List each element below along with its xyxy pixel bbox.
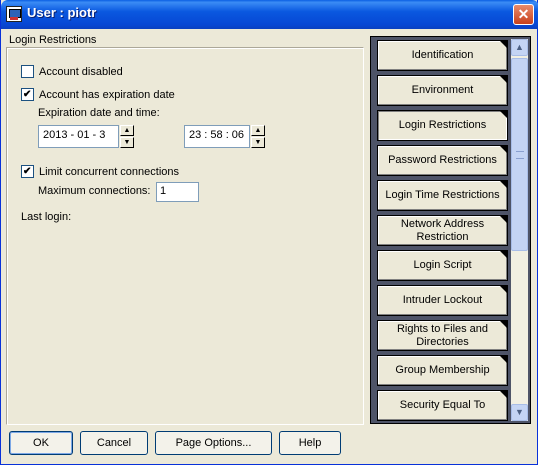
time-up-icon[interactable]: ▲ [251,125,265,136]
nav-tab-security-equal-to[interactable]: Security Equal To [377,390,508,421]
account-disabled-row[interactable]: Account disabled [21,65,123,78]
nav-tab-label: Security Equal To [399,399,486,411]
nav-tab-label: Rights to Files and Directories [396,322,489,348]
date-up-icon[interactable]: ▲ [120,125,134,136]
user-properties-window: User : piotr ✕ Login Restrictions Accoun… [0,0,538,465]
account-expiration-label: Account has expiration date [39,88,175,101]
limit-connections-label: Limit concurrent connections [39,165,180,178]
time-down-icon[interactable]: ▼ [251,137,265,148]
expiration-datetime-label: Expiration date and time: [38,107,160,119]
nav-tab-label: Login Script [413,259,472,271]
expiration-time-value: 23 : 58 : 06 [189,129,245,141]
expiration-time-field[interactable]: 23 : 58 : 06 [184,125,250,148]
nav-tab-label: Network Address Restriction [400,217,485,243]
tab-fold-icon [499,40,508,49]
max-connections-label: Maximum connections: [38,185,151,197]
nav-tab-login-time-restrictions[interactable]: Login Time Restrictions [377,180,508,211]
tab-fold-icon [499,215,508,224]
nav-tab-label: Login Time Restrictions [385,189,500,201]
expiration-date-value: 2013 - 01 - 3 [43,129,106,141]
tab-fold-icon [499,75,508,84]
account-disabled-label: Account disabled [39,65,123,78]
scroll-down-icon[interactable]: ▼ [511,404,528,421]
nav-tab-label: Login Restrictions [398,119,487,131]
expiration-date-field[interactable]: 2013 - 01 - 3 [38,125,119,148]
tab-fold-icon [499,110,508,119]
cancel-button[interactable]: Cancel [80,431,148,455]
nav-tab-label: Password Restrictions [388,154,497,166]
close-button[interactable]: ✕ [513,4,534,25]
login-restrictions-group [6,47,364,425]
nav-tab-intruder-lockout[interactable]: Intruder Lockout [377,285,508,316]
max-connections-input[interactable]: 1 [156,182,199,202]
app-icon [6,6,22,22]
account-expiration-row[interactable]: Account has expiration date [21,88,175,101]
tab-fold-icon [499,355,508,364]
limit-connections-checkbox[interactable] [21,165,34,178]
scroll-grip-icon [516,151,524,159]
nav-tab-environment[interactable]: Environment [377,75,508,106]
nav-tab-identification[interactable]: Identification [377,40,508,71]
page-options-button[interactable]: Page Options... [155,431,272,455]
account-expiration-checkbox[interactable] [21,88,34,101]
nav-tab-label: Environment [411,84,474,96]
nav-tab-group-membership[interactable]: Group Membership [377,355,508,386]
tab-fold-icon [499,180,508,189]
nav-scrollbar[interactable]: ▲ ▼ [511,39,528,421]
ok-button[interactable]: OK [9,431,73,455]
nav-tab-rights-to-files[interactable]: Rights to Files and Directories [377,320,508,351]
help-button[interactable]: Help [279,431,341,455]
nav-tab-network-address-restriction[interactable]: Network Address Restriction [377,215,508,246]
time-spinner[interactable]: ▲ ▼ [251,125,265,148]
nav-tab-label: Intruder Lockout [402,294,483,306]
account-disabled-checkbox[interactable] [21,65,34,78]
tab-fold-icon [499,250,508,259]
scroll-thumb[interactable] [511,58,528,251]
nav-tab-password-restrictions[interactable]: Password Restrictions [377,145,508,176]
date-spinner[interactable]: ▲ ▼ [120,125,134,148]
tab-fold-icon [499,145,508,154]
window-title: User : piotr [27,5,97,20]
scroll-up-icon[interactable]: ▲ [511,39,528,56]
section-title: Login Restrictions [9,34,97,46]
last-login-label: Last login: [21,211,72,223]
tab-fold-icon [499,285,508,294]
limit-connections-row[interactable]: Limit concurrent connections [21,165,179,178]
date-down-icon[interactable]: ▼ [120,137,134,148]
page-navigation-panel: Identification Environment Login Restric… [370,36,531,424]
nav-tab-login-restrictions[interactable]: Login Restrictions [377,110,508,141]
max-connections-value: 1 [160,185,167,197]
title-bar[interactable]: User : piotr ✕ [1,0,538,29]
nav-tab-label: Group Membership [395,364,490,376]
nav-tab-label: Identification [411,49,474,61]
nav-tab-login-script[interactable]: Login Script [377,250,508,281]
tab-fold-icon [499,320,508,329]
tab-fold-icon [499,390,508,399]
